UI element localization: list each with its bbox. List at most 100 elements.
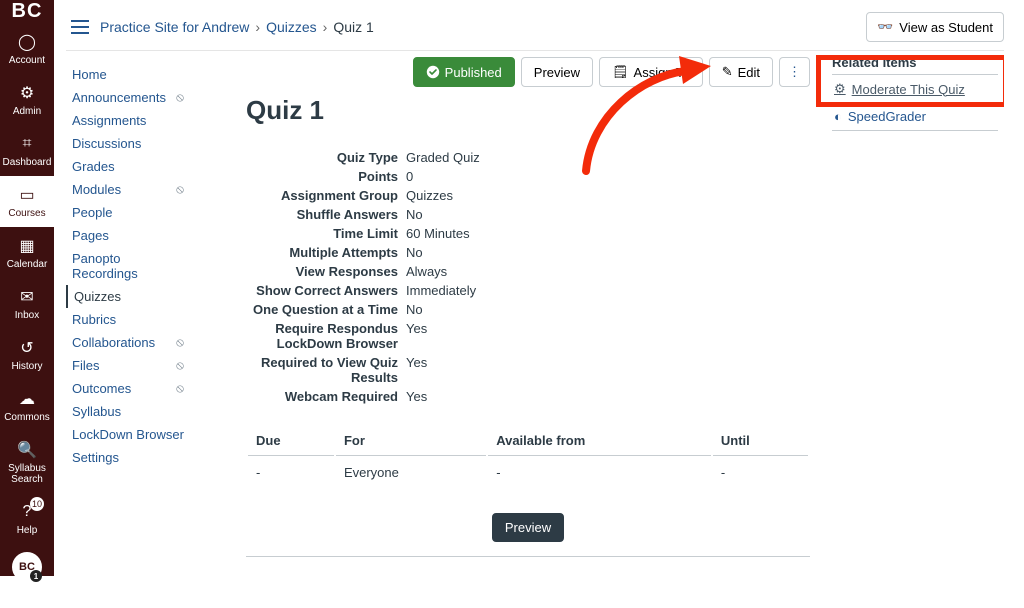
gnav-item-inbox[interactable]: ✉Inbox	[0, 278, 54, 329]
gnav-item-history[interactable]: ↺History	[0, 329, 54, 380]
cnav-item-people[interactable]: People	[66, 201, 190, 224]
nav-label: Quizzes	[74, 289, 121, 304]
detail-label: Time Limit	[246, 226, 406, 241]
breadcrumb-section[interactable]: Quizzes	[266, 19, 317, 35]
more-options-button[interactable]: ⋮	[779, 57, 810, 87]
gnav-item-syllabus-search[interactable]: 🔍Syllabus Search	[0, 431, 54, 493]
quiz-details: Quiz TypeGraded QuizPoints0Assignment Gr…	[246, 148, 706, 406]
hamburger-icon[interactable]	[66, 13, 94, 41]
collapse-nav-button[interactable]	[0, 590, 54, 608]
preview-quiz-button[interactable]: Preview	[492, 513, 564, 542]
detail-row: Shuffle AnswersNo	[246, 205, 706, 224]
related-items-aside: Related Items ⚙ Moderate This Quiz ◐ Spe…	[824, 51, 1004, 576]
detail-value: Yes	[406, 389, 427, 404]
cnav-item-lockdown-browser[interactable]: LockDown Browser	[66, 423, 190, 446]
related-items-heading: Related Items	[832, 55, 998, 75]
nav-label: Collaborations	[72, 335, 155, 350]
cnav-item-syllabus[interactable]: Syllabus	[66, 400, 190, 423]
detail-value: Yes	[406, 321, 427, 351]
cnav-item-discussions[interactable]: Discussions	[66, 132, 190, 155]
cnav-item-outcomes[interactable]: Outcomes⦸	[66, 377, 190, 400]
cnav-item-home[interactable]: Home	[66, 63, 190, 86]
detail-label: Show Correct Answers	[246, 283, 406, 298]
global-nav: BC ◯Account ⚙ Admin ⌗Dashboard▭Courses▦Cale…	[0, 0, 54, 576]
kebab-icon: ⋮	[788, 64, 801, 80]
hidden-icon: ⦸	[176, 358, 184, 373]
breadcrumb-site[interactable]: Practice Site for Andrew	[100, 19, 249, 35]
brand-logo: BC	[0, 0, 54, 23]
admin-icon: ⚙	[16, 82, 38, 104]
avatar[interactable]: BC 1	[12, 552, 42, 582]
assign-to-button[interactable]: 🗒 Assign To	[599, 57, 703, 87]
cnav-item-grades[interactable]: Grades	[66, 155, 190, 178]
detail-value: No	[406, 207, 423, 222]
cnav-item-files[interactable]: Files ⦸	[66, 354, 190, 377]
detail-label: Required to View Quiz Results	[246, 355, 406, 385]
check-circle-icon	[426, 65, 440, 79]
gnav-item-help[interactable]: ?Help10	[0, 493, 54, 544]
content-area: Published Preview 🗒 Assign To ✎ Edit ⋮	[196, 51, 824, 576]
detail-value: Quizzes	[406, 188, 453, 203]
gnav-label: Admin	[13, 106, 41, 117]
hidden-icon: ⦸	[176, 90, 184, 105]
hidden-icon: ⦸	[176, 381, 184, 396]
moderate-this-quiz-link[interactable]: ⚙ Moderate This Quiz	[832, 75, 998, 103]
cnav-item-assignments[interactable]: Assignments	[66, 109, 190, 132]
detail-row: Quiz TypeGraded Quiz	[246, 148, 706, 167]
speedgrader-icon: ◐	[834, 109, 842, 124]
top-bar: Practice Site for Andrew › Quizzes › Qui…	[54, 0, 1024, 50]
detail-row: Required to View Quiz ResultsYes	[246, 353, 706, 387]
cnav-item-settings[interactable]: Settings	[66, 446, 190, 469]
published-button[interactable]: Published	[413, 57, 515, 87]
nav-label: Panopto Recordings	[72, 251, 184, 281]
gnav-item-commons[interactable]: ☁Commons	[0, 380, 54, 431]
cnav-item-collaborations[interactable]: Collaborations ⦸	[66, 331, 190, 354]
assign-icon: 🗒	[612, 64, 629, 80]
nav-label: Assignments	[72, 113, 146, 128]
view-as-student-button[interactable]: 👓 View as Student	[866, 12, 1004, 42]
detail-row: Assignment GroupQuizzes	[246, 186, 706, 205]
detail-row: Time Limit60 Minutes	[246, 224, 706, 243]
gnav-item-account[interactable]: ◯Account	[0, 23, 54, 74]
breadcrumb-current: Quiz 1	[333, 19, 373, 35]
chevron-right-icon: ›	[255, 19, 260, 35]
gnav-label: Commons	[4, 412, 50, 423]
hidden-icon: ⦸	[176, 335, 184, 350]
nav-label: Files	[72, 358, 99, 373]
speedgrader-link[interactable]: ◐ SpeedGrader	[832, 103, 998, 130]
gnav-label: Syllabus Search	[0, 463, 54, 485]
gnav-item-calendar[interactable]: ▦Calendar	[0, 227, 54, 278]
due-row: -Everyone--	[248, 458, 808, 487]
edit-button[interactable]: ✎ Edit	[709, 57, 773, 87]
gnav-item-admin[interactable]: ⚙ Admin	[0, 74, 54, 125]
detail-row: Require Respondus LockDown BrowserYes	[246, 319, 706, 353]
cnav-item-announcements[interactable]: Announcements⦸	[66, 86, 190, 109]
inbox-icon: ✉	[16, 286, 38, 308]
gnav-label: Courses	[8, 208, 45, 219]
hidden-icon: ⦸	[176, 182, 184, 197]
cnav-item-panopto-recordings[interactable]: Panopto Recordings	[66, 247, 190, 285]
dashboard-icon: ⌗	[16, 133, 38, 155]
detail-value: Graded Quiz	[406, 150, 480, 165]
nav-label: Pages	[72, 228, 109, 243]
preview-button[interactable]: Preview	[521, 57, 593, 87]
detail-label: Multiple Attempts	[246, 245, 406, 260]
detail-label: Points	[246, 169, 406, 184]
toolbar: Published Preview 🗒 Assign To ✎ Edit ⋮	[246, 57, 810, 87]
until-header: Until	[713, 426, 808, 456]
cnav-item-rubrics[interactable]: Rubrics	[66, 308, 190, 331]
nav-label: Syllabus	[72, 404, 121, 419]
cnav-item-pages[interactable]: Pages	[66, 224, 190, 247]
detail-label: View Responses	[246, 264, 406, 279]
gnav-item-dashboard[interactable]: ⌗Dashboard	[0, 125, 54, 176]
cnav-item-modules[interactable]: Modules⦸	[66, 178, 190, 201]
nav-label: Grades	[72, 159, 115, 174]
detail-value: No	[406, 302, 423, 317]
cnav-item-quizzes[interactable]: Quizzes	[66, 285, 190, 308]
detail-row: One Question at a TimeNo	[246, 300, 706, 319]
detail-row: Multiple AttemptsNo	[246, 243, 706, 262]
detail-label: Quiz Type	[246, 150, 406, 165]
gnav-label: Help	[17, 525, 38, 536]
gnav-item-courses[interactable]: ▭Courses	[0, 176, 54, 227]
calendar-icon: ▦	[16, 235, 38, 257]
